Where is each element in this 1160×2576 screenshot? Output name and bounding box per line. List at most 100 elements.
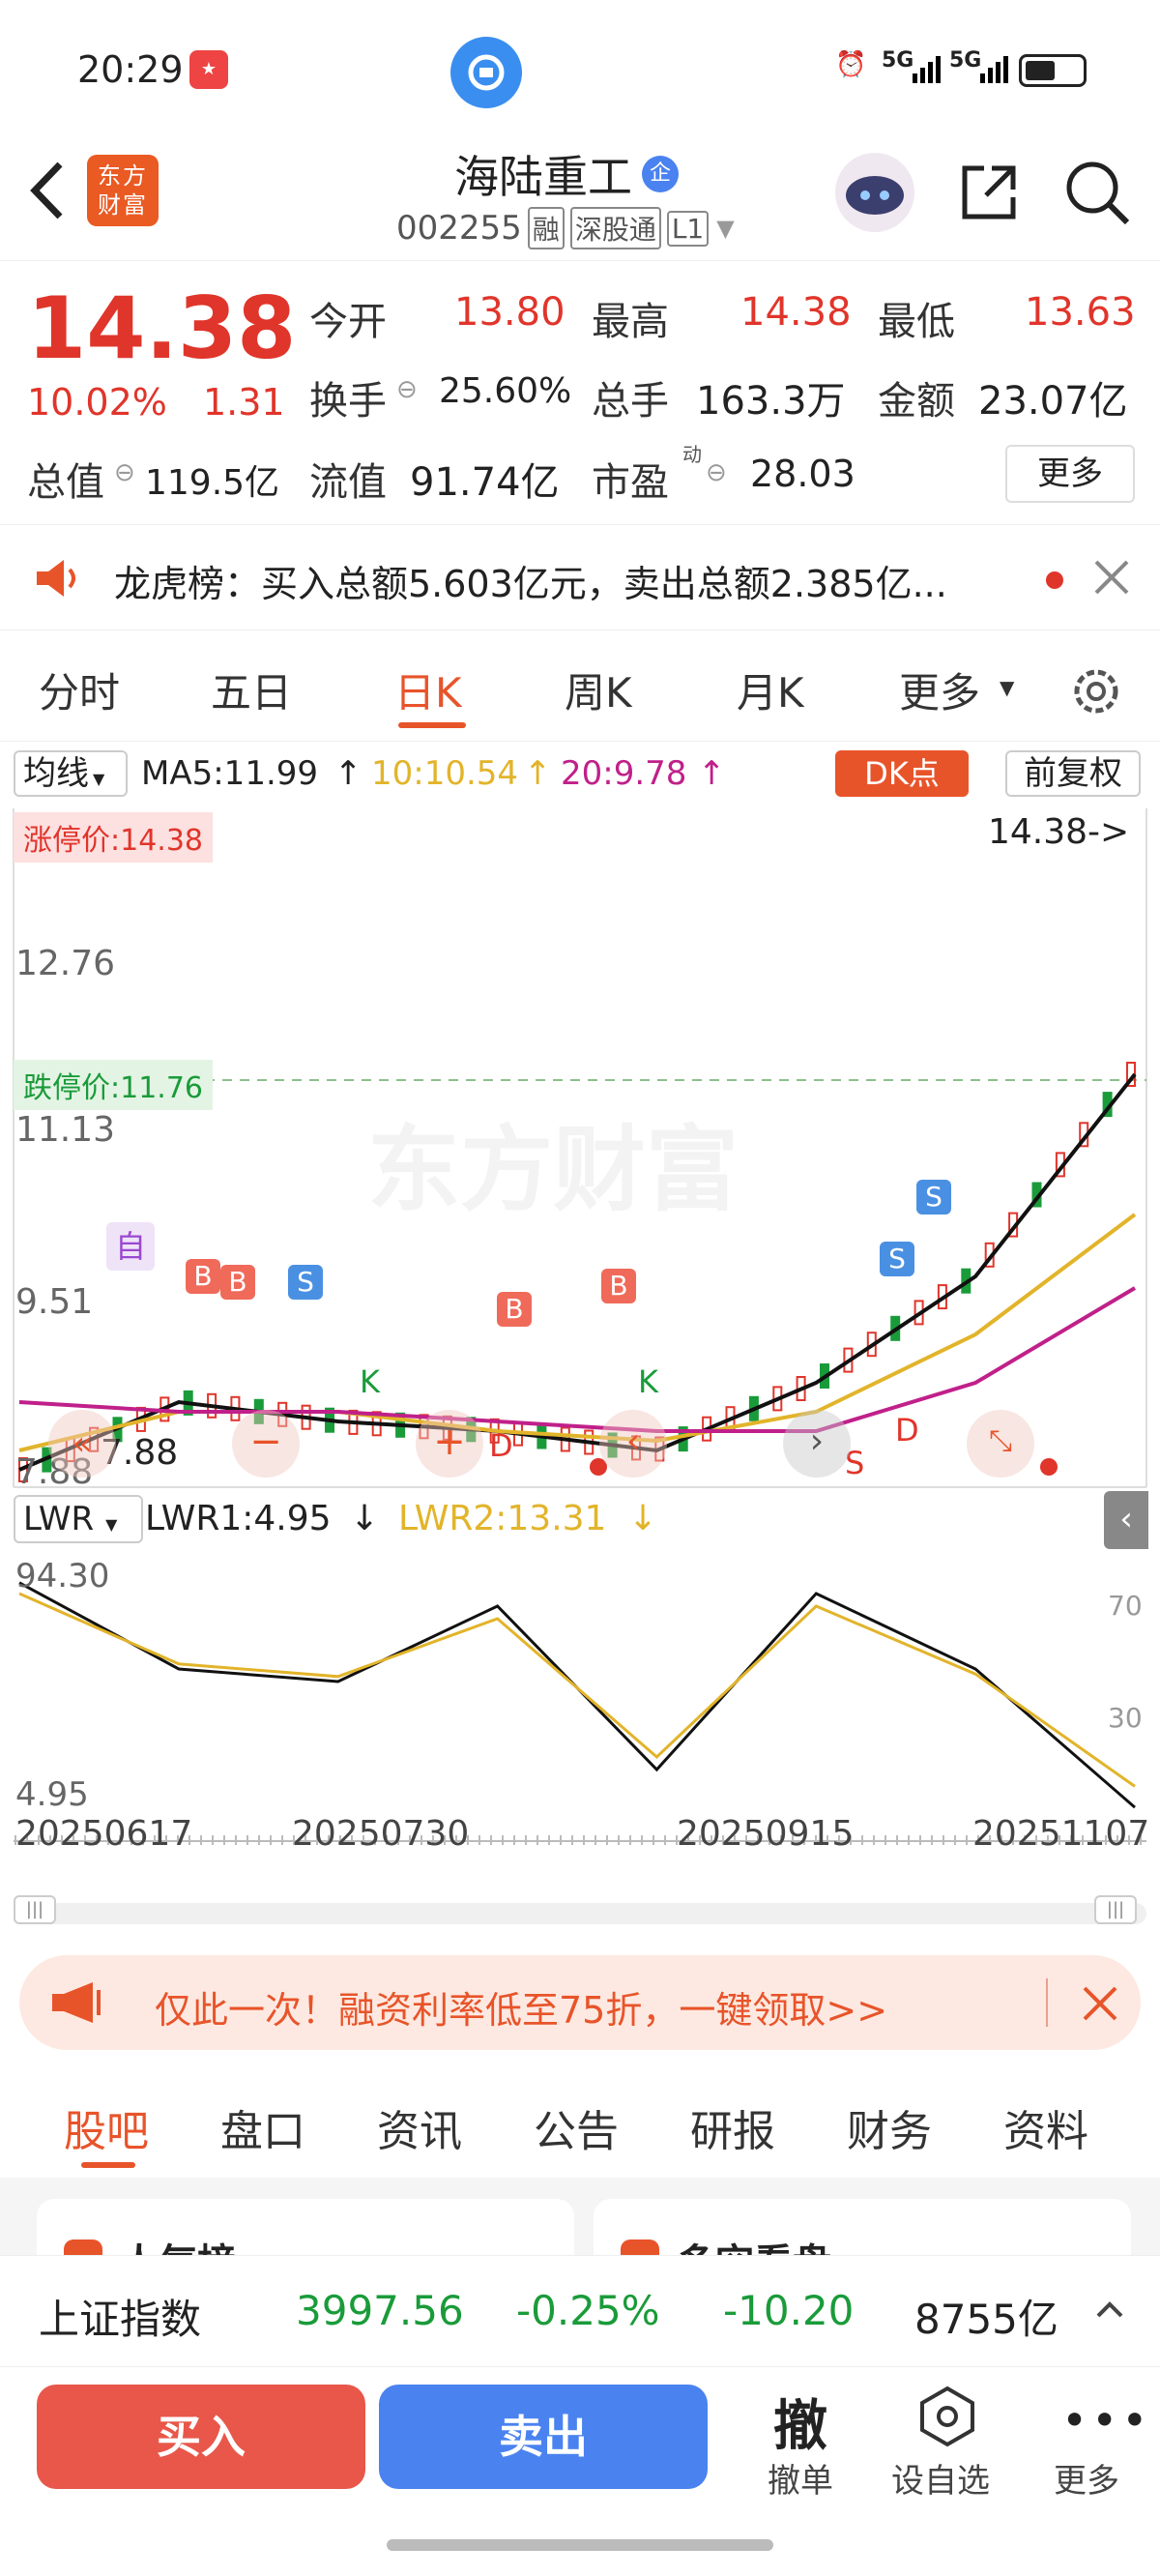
back-icon[interactable] bbox=[21, 157, 72, 224]
buy-marker-2[interactable]: B bbox=[220, 1265, 255, 1300]
info-icon[interactable]: ⊖ bbox=[114, 458, 135, 487]
feature-cards: 人气榜 多空看盘 bbox=[0, 2178, 1160, 2255]
tab-financials[interactable]: 财务 bbox=[847, 2096, 932, 2158]
sell-marker-2[interactable]: S bbox=[880, 1242, 914, 1276]
prev-icon[interactable]: ‹ bbox=[599, 1410, 667, 1478]
enterprise-badge: 企 bbox=[642, 156, 679, 192]
pe-dynamic-mark: 动 bbox=[682, 443, 702, 466]
tab-order-book[interactable]: 盘口 bbox=[220, 2096, 305, 2158]
long-short-card[interactable]: 多空看盘 bbox=[594, 2199, 1131, 2255]
status-bar: 20:29 ★ ⏰ 5G 5G bbox=[0, 0, 1160, 145]
more-quote-button[interactable]: 更多 bbox=[1005, 445, 1135, 503]
alarm-icon: ⏰ bbox=[835, 50, 867, 79]
buy-marker-1[interactable]: B bbox=[186, 1259, 220, 1294]
tab-profile[interactable]: 资料 bbox=[1003, 2096, 1088, 2158]
buy-button[interactable]: 买入 bbox=[37, 2385, 365, 2489]
turnover-value: 25.60% bbox=[439, 371, 572, 411]
chevron-up-icon[interactable] bbox=[1092, 2295, 1127, 2324]
sell-marker-3[interactable]: S bbox=[916, 1180, 951, 1215]
tab-five-day[interactable]: 五日 bbox=[211, 660, 292, 719]
signal-5g-icon: 5G bbox=[882, 48, 914, 73]
zoom-out-icon[interactable]: − bbox=[232, 1410, 300, 1478]
next-icon[interactable]: › bbox=[783, 1410, 851, 1478]
notice-bar[interactable]: 龙虎榜：买入总额5.603亿元，卖出总额2.385亿... bbox=[0, 524, 1160, 630]
buy-marker-3[interactable]: B bbox=[497, 1292, 532, 1327]
ma-selector[interactable]: 均线 ▼ bbox=[14, 750, 128, 797]
mktcap-label: 总值 bbox=[27, 460, 104, 505]
lwr-lines-group bbox=[18, 1581, 1136, 1809]
fullscreen-icon[interactable]: ⤡ bbox=[967, 1410, 1034, 1478]
tab-more[interactable]: 更多 bbox=[899, 660, 980, 719]
low-value: 13.63 bbox=[1025, 290, 1136, 335]
settings-gear-icon[interactable] bbox=[1067, 662, 1125, 720]
megaphone-icon bbox=[50, 1980, 104, 2025]
share-icon[interactable] bbox=[957, 161, 1021, 224]
cancel-order-icon[interactable]: 撤 bbox=[773, 2383, 827, 2461]
amount-value: 23.07亿 bbox=[978, 379, 1128, 424]
promo-divider bbox=[1046, 1978, 1048, 2027]
lwr2-value: LWR2:13.31 bbox=[398, 1499, 607, 1538]
x-label-1: 20250617 bbox=[15, 1814, 193, 1854]
info-icon-2[interactable]: ⊖ bbox=[396, 375, 418, 404]
x-label-4: 20251107 bbox=[972, 1814, 1150, 1854]
signal-5g-icon-2: 5G bbox=[949, 48, 982, 73]
tab-forum[interactable]: 股吧 bbox=[64, 2096, 149, 2158]
watchlist-label[interactable]: 设自选 bbox=[891, 2454, 990, 2502]
y-label-9-51: 9.51 bbox=[15, 1282, 94, 1322]
dk-point-button[interactable]: DK点 bbox=[835, 750, 969, 797]
change-percent: 10.02% bbox=[27, 381, 167, 424]
stock-name: 海陆重工 bbox=[454, 151, 632, 203]
tab-weekly-k[interactable]: 周K bbox=[565, 660, 632, 719]
tab-announcements[interactable]: 公告 bbox=[534, 2096, 619, 2158]
turnover-label: 换手 bbox=[309, 379, 387, 424]
tab-research[interactable]: 研报 bbox=[690, 2096, 775, 2158]
search-icon[interactable] bbox=[1063, 159, 1131, 226]
watchlist-icon[interactable] bbox=[918, 2385, 976, 2448]
tab-daily-k[interactable]: 日K bbox=[394, 660, 462, 719]
assistant-icon[interactable] bbox=[450, 37, 522, 108]
lwr1-value: LWR1:4.95 bbox=[145, 1499, 332, 1538]
ma10-value: 10:10.54 bbox=[371, 754, 519, 793]
more-actions-label[interactable]: 更多 bbox=[1054, 2454, 1119, 2502]
cancel-order-label[interactable]: 撤单 bbox=[768, 2454, 833, 2502]
change-amount: 1.31 bbox=[203, 381, 285, 424]
more-icon[interactable]: ••• bbox=[1061, 2394, 1151, 2446]
home-indicator bbox=[387, 2539, 773, 2551]
sell-button[interactable]: 卖出 bbox=[379, 2385, 708, 2489]
promo-banner[interactable]: 仅此一次！融资利率低至75折，一键领取>> bbox=[19, 1955, 1141, 2050]
down-arrow-icon-2: ↓ bbox=[628, 1499, 658, 1538]
index-ticker[interactable]: 上证指数 3997.56 -0.25% -10.20 8755亿 bbox=[0, 2255, 1160, 2366]
tab-news[interactable]: 资讯 bbox=[377, 2096, 462, 2158]
rewind-icon[interactable]: « bbox=[48, 1410, 116, 1478]
adjust-button[interactable]: 前复权 bbox=[1005, 750, 1141, 797]
range-scrollbar[interactable] bbox=[14, 1903, 1146, 1924]
robot-avatar-icon[interactable] bbox=[835, 153, 914, 232]
zoom-in-icon[interactable]: + bbox=[416, 1410, 483, 1478]
high-label: 最高 bbox=[592, 300, 669, 344]
chart-icon bbox=[64, 2239, 102, 2255]
tab-monthly-k[interactable]: 月K bbox=[737, 660, 804, 719]
tag-connect: 深股通 bbox=[569, 207, 661, 249]
k-marker-1: K bbox=[360, 1363, 380, 1400]
kline-chart[interactable]: 涨停价:14.38 14.38-> 12.76 跌停价:11.76 11.13 … bbox=[0, 805, 1160, 1924]
high-value: 14.38 bbox=[740, 290, 852, 335]
popularity-card[interactable]: 人气榜 bbox=[37, 2199, 574, 2255]
promo-close-icon[interactable] bbox=[1081, 1984, 1119, 2023]
volume-label: 总手 bbox=[592, 379, 669, 424]
collapse-panel-icon[interactable]: ‹ bbox=[1104, 1491, 1148, 1549]
sell-marker-1[interactable]: S bbox=[288, 1265, 323, 1300]
close-icon[interactable] bbox=[1092, 558, 1131, 597]
range-handle-right[interactable]: ||| bbox=[1094, 1895, 1137, 1924]
range-handle-left[interactable]: ||| bbox=[14, 1895, 56, 1924]
x-label-3: 20250915 bbox=[677, 1814, 855, 1854]
chevron-down-icon[interactable]: ▼ bbox=[716, 215, 734, 242]
lwr-selector[interactable]: LWR ▼ bbox=[14, 1495, 143, 1543]
pe-value: 28.03 bbox=[750, 453, 856, 495]
event-dot-2 bbox=[1040, 1458, 1058, 1476]
self-select-marker[interactable]: 自 bbox=[106, 1222, 155, 1271]
tab-intraday[interactable]: 分时 bbox=[39, 660, 120, 719]
ma-selector-label: 均线 bbox=[23, 754, 89, 793]
ma5-value: MA5:11.99 bbox=[141, 754, 319, 793]
info-icon-3[interactable]: ⊖ bbox=[706, 458, 727, 487]
buy-marker-4[interactable]: B bbox=[601, 1269, 636, 1303]
